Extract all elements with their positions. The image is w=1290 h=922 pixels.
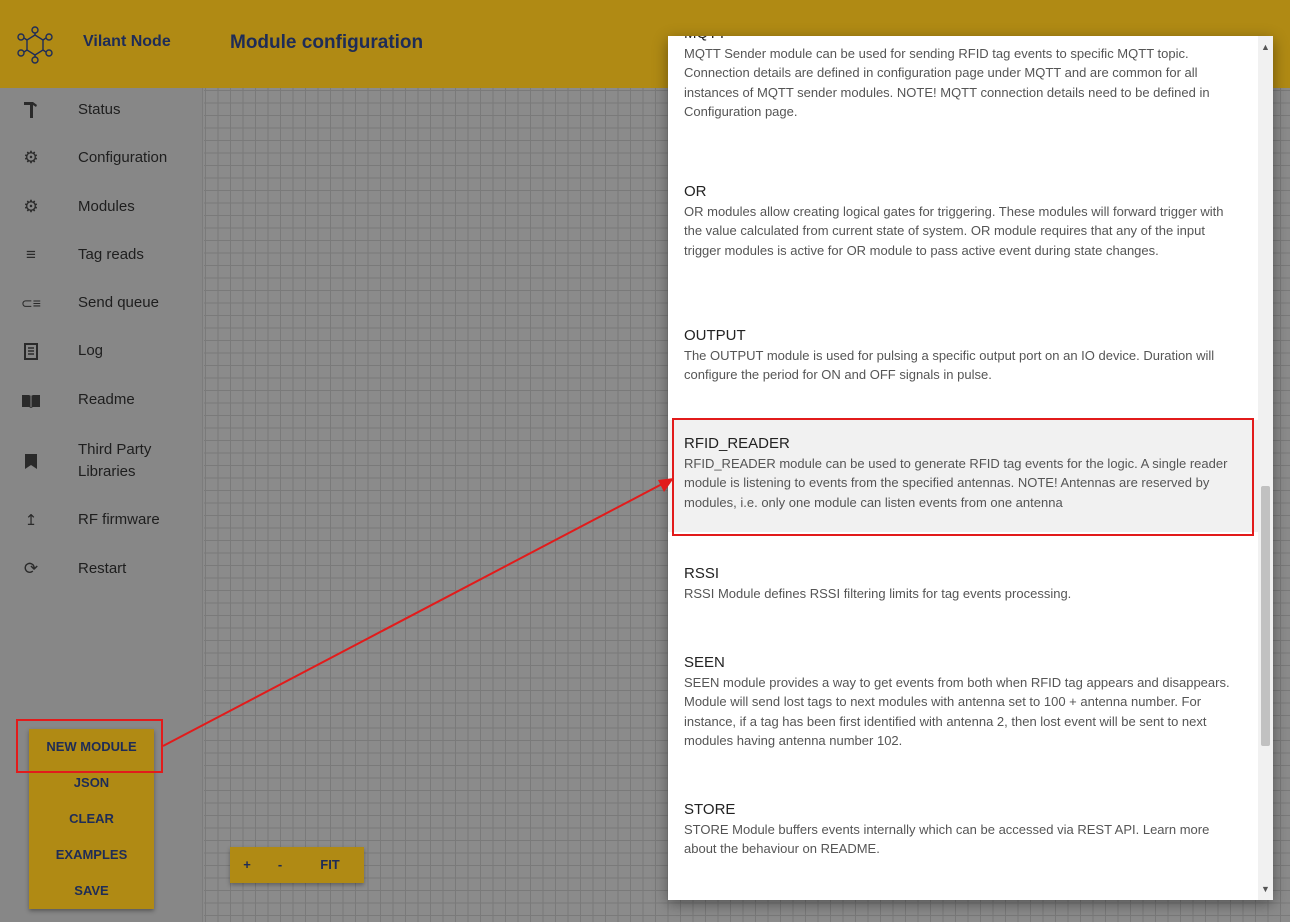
- sidebar-item-modules[interactable]: ⚙ Modules: [0, 187, 203, 227]
- module-option-title: RSSI: [684, 565, 720, 582]
- module-option-title: MQTT: [684, 36, 1242, 44]
- module-option-output[interactable]: OUTPUT The OUTPUT module is used for pul…: [668, 326, 1258, 385]
- annotation-box-new-module: [16, 719, 163, 773]
- gear-icon: ⚙: [23, 148, 39, 167]
- upload-icon: ↥: [24, 512, 38, 529]
- module-option-seen[interactable]: SEEN SEEN module provides a way to get e…: [668, 653, 1258, 750]
- sidebar-item-label: Tag reads: [78, 246, 144, 263]
- module-option-title: OR: [684, 183, 707, 200]
- sidebar-item-configuration[interactable]: ⚙ Configuration: [0, 138, 203, 178]
- sidebar-item-label: Readme: [78, 391, 135, 408]
- module-option-title: SEEN: [684, 654, 725, 671]
- sidebar-item-log[interactable]: Log: [0, 331, 203, 371]
- zoom-controls: + - FIT: [230, 847, 364, 883]
- sidebar-item-status[interactable]: Status: [0, 90, 203, 130]
- app-name: Vilant Node: [83, 33, 171, 50]
- module-option-store[interactable]: STORE STORE Module buffers events intern…: [668, 800, 1258, 859]
- sidebar-item-tag-reads[interactable]: ≡ Tag reads: [0, 235, 203, 275]
- examples-button[interactable]: EXAMPLES: [29, 837, 154, 873]
- module-option-mqtt[interactable]: MQTT MQTT Sender module can be used for …: [668, 36, 1258, 121]
- module-option-title: OUTPUT: [684, 327, 746, 344]
- gear-icon: ⚙: [23, 197, 39, 216]
- sidebar-item-label: Status: [78, 101, 121, 118]
- fit-button[interactable]: FIT: [296, 847, 364, 883]
- sidebar-item-label: Restart: [78, 560, 127, 577]
- sidebar-item-label: Third Party Libraries: [78, 441, 152, 480]
- zoom-in-button[interactable]: +: [230, 847, 264, 883]
- queue-icon: ⊂≡: [21, 294, 41, 311]
- module-option-description: SEEN module provides a way to get events…: [684, 675, 1230, 748]
- list-icon: ≡: [26, 245, 36, 264]
- module-option-description: STORE Module buffers events internally w…: [684, 822, 1210, 857]
- clear-button[interactable]: CLEAR: [29, 801, 154, 837]
- restart-icon: ⟳: [23, 559, 39, 578]
- sidebar-item-rf-firmware[interactable]: ↥ RF firmware: [0, 500, 203, 540]
- sidebar-item-third-party-libraries[interactable]: Third Party Libraries: [0, 435, 203, 487]
- sidebar-item-send-queue[interactable]: ⊂≡ Send queue: [0, 283, 203, 323]
- module-option-description: OR modules allow creating logical gates …: [684, 204, 1224, 258]
- page-title: Module configuration: [230, 32, 424, 53]
- scroll-down-arrow-icon[interactable]: ▼: [1261, 884, 1270, 894]
- module-option-rssi[interactable]: RSSI RSSI Module defines RSSI filtering …: [668, 564, 1258, 603]
- sidebar-item-label: Configuration: [78, 149, 168, 166]
- module-option-title: STORE: [684, 801, 736, 818]
- scrollbar[interactable]: ▲ ▼: [1258, 36, 1273, 900]
- module-option-description: RSSI Module defines RSSI filtering limit…: [684, 586, 1072, 601]
- zoom-out-button[interactable]: -: [264, 847, 296, 883]
- sidebar-item-label: RF firmware: [78, 511, 160, 528]
- sidebar-item-restart[interactable]: ⟳ Restart: [0, 549, 203, 589]
- module-option-description: The OUTPUT module is used for pulsing a …: [684, 348, 1215, 383]
- network-hexagon-icon[interactable]: [16, 26, 54, 64]
- module-option-description: MQTT Sender module can be used for sendi…: [684, 46, 1210, 119]
- sidebar-item-label: Log: [78, 342, 104, 359]
- scrollbar-thumb[interactable]: [1261, 486, 1270, 746]
- annotation-box-rfid-reader: [672, 418, 1254, 536]
- sidebar-item-label: Send queue: [78, 294, 159, 311]
- sidebar-item-label: Modules: [78, 198, 135, 215]
- scroll-up-arrow-icon[interactable]: ▲: [1261, 42, 1270, 52]
- hammer-icon: [20, 99, 42, 121]
- log-icon: [20, 340, 42, 362]
- module-option-or[interactable]: OR OR modules allow creating logical gat…: [668, 182, 1258, 260]
- sidebar-item-readme[interactable]: Readme: [0, 380, 203, 420]
- save-button[interactable]: SAVE: [29, 873, 154, 909]
- bookmark-book-icon: [20, 450, 42, 472]
- book-icon: [20, 389, 42, 411]
